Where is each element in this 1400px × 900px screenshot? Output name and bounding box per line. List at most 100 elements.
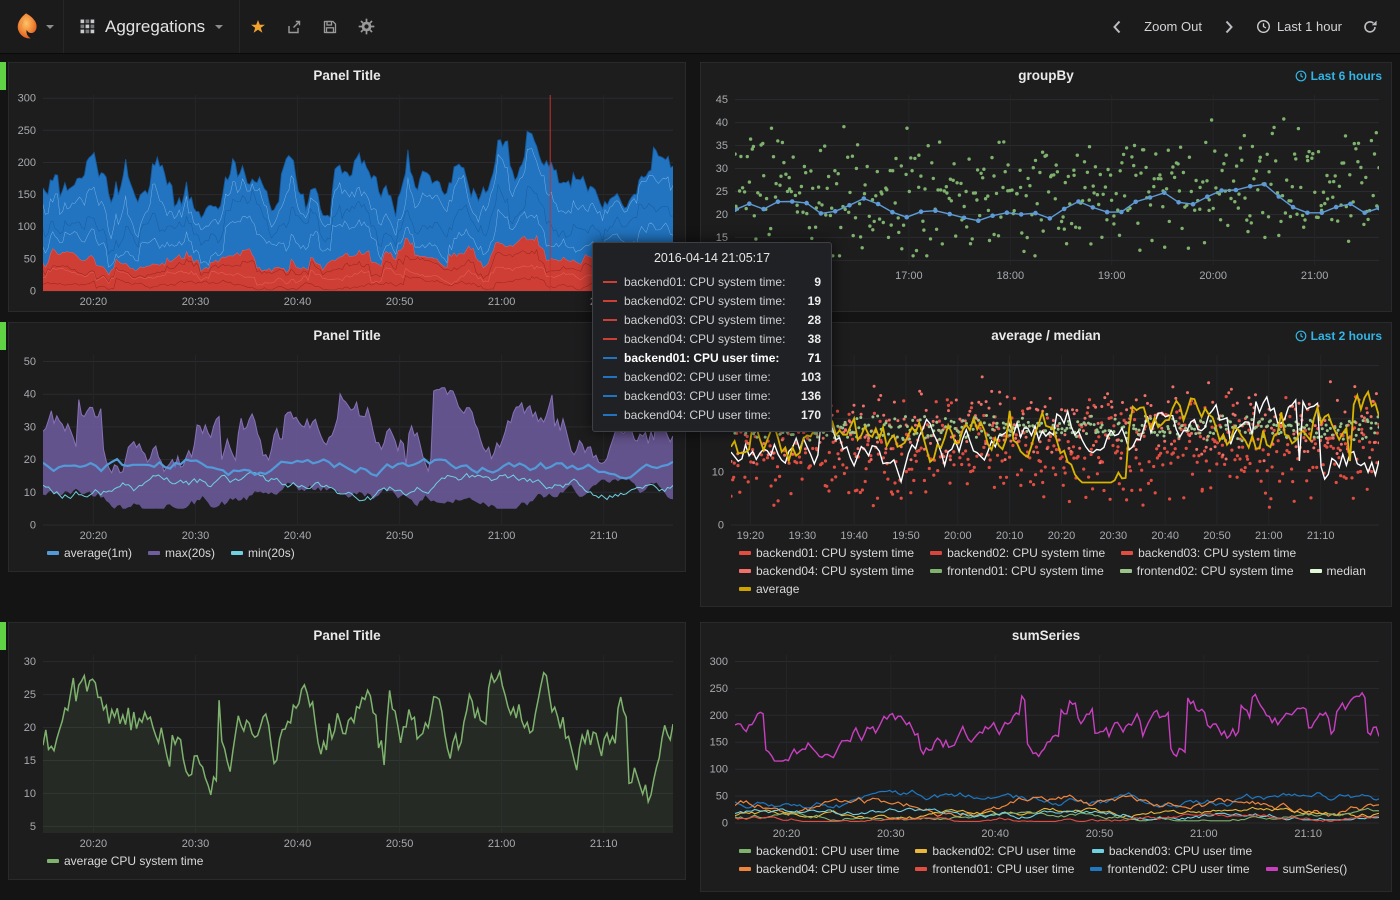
legend-item[interactable]: frontend02: CPU system time xyxy=(1120,562,1294,580)
svg-text:15: 15 xyxy=(24,755,36,767)
legend-item[interactable]: frontend01: CPU user time xyxy=(915,860,1074,878)
graph-canvas[interactable]: 05010015020025030020:2020:3020:4020:5021… xyxy=(9,89,685,309)
svg-text:250: 250 xyxy=(18,125,36,137)
legend-item[interactable]: backend03: CPU user time xyxy=(1092,842,1252,860)
legend-item[interactable]: frontend02: CPU user time xyxy=(1090,860,1249,878)
legend-item[interactable]: backend01: CPU system time xyxy=(739,544,914,562)
svg-text:19:30: 19:30 xyxy=(789,530,817,542)
svg-text:21:00: 21:00 xyxy=(488,838,516,850)
svg-text:19:50: 19:50 xyxy=(892,530,920,542)
svg-text:19:20: 19:20 xyxy=(737,530,765,542)
svg-text:21:10: 21:10 xyxy=(590,838,618,850)
svg-text:20:30: 20:30 xyxy=(877,828,905,840)
svg-text:20:40: 20:40 xyxy=(284,296,312,308)
legend-series-swatch xyxy=(1310,569,1322,573)
legend-item[interactable]: sumSeries() xyxy=(1266,860,1348,878)
legend-item[interactable]: max(20s) xyxy=(148,544,215,562)
panel-title[interactable]: groupBy xyxy=(701,63,1391,89)
svg-text:20:40: 20:40 xyxy=(284,530,312,542)
legend-series-label: backend04: CPU user time xyxy=(756,860,899,878)
legend-item[interactable]: backend04: CPU user time xyxy=(739,860,899,878)
panel-title[interactable]: Panel Title xyxy=(9,323,685,349)
legend-item[interactable]: backend01: CPU user time xyxy=(739,842,899,860)
time-range-badge[interactable]: Last 6 hours xyxy=(1295,69,1382,83)
tooltip-row: backend02: CPU system time:19 xyxy=(593,291,831,310)
svg-text:150: 150 xyxy=(18,189,36,201)
tooltip-row: backend02: CPU user time:103 xyxy=(593,367,831,386)
panel-legend: backend01: CPU user time backend02: CPU u… xyxy=(701,841,1391,880)
grafana-logo-button[interactable] xyxy=(0,0,64,53)
legend-item[interactable]: backend02: CPU system time xyxy=(930,544,1105,562)
panel-title[interactable]: Panel Title xyxy=(9,63,685,89)
svg-text:200: 200 xyxy=(18,157,36,169)
legend-series-label: backend03: CPU user time xyxy=(1109,842,1252,860)
svg-text:30: 30 xyxy=(24,421,36,433)
legend-item[interactable]: backend04: CPU system time xyxy=(739,562,914,580)
svg-text:20:50: 20:50 xyxy=(386,296,414,308)
row-menu-handle[interactable] xyxy=(0,622,6,650)
legend-series-label: frontend01: CPU user time xyxy=(932,860,1074,878)
svg-text:200: 200 xyxy=(710,710,728,722)
clock-icon xyxy=(1295,330,1307,342)
legend-series-swatch xyxy=(231,551,243,555)
svg-text:0: 0 xyxy=(722,818,728,830)
legend-item[interactable]: min(20s) xyxy=(231,544,295,562)
graph-tooltip: 2016-04-14 21:05:17 backend01: CPU syste… xyxy=(592,242,832,432)
row-menu-handle[interactable] xyxy=(0,62,6,90)
svg-text:21:10: 21:10 xyxy=(1307,530,1335,542)
svg-text:20:40: 20:40 xyxy=(284,838,312,850)
svg-text:20:20: 20:20 xyxy=(80,838,108,850)
grafana-flame-icon xyxy=(10,11,42,43)
svg-text:20:50: 20:50 xyxy=(386,530,414,542)
svg-text:0: 0 xyxy=(718,520,724,532)
legend-item[interactable]: average(1m) xyxy=(47,544,132,562)
dashboard-picker[interactable]: Aggregations xyxy=(64,0,240,53)
svg-text:21:10: 21:10 xyxy=(1294,828,1322,840)
legend-series-label: frontend01: CPU system time xyxy=(947,562,1104,580)
tooltip-row: backend01: CPU system time:9 xyxy=(593,272,831,291)
legend-series-swatch xyxy=(1121,551,1133,555)
legend-series-swatch xyxy=(930,551,942,555)
legend-item[interactable]: average xyxy=(739,580,799,598)
svg-text:20:00: 20:00 xyxy=(944,530,972,542)
share-button[interactable] xyxy=(276,0,312,53)
graph-canvas[interactable]: 5101520253020:2020:3020:4020:5021:0021:1… xyxy=(9,649,685,851)
svg-text:20:00: 20:00 xyxy=(1199,270,1227,282)
legend-series-label: average CPU system time xyxy=(64,852,203,870)
zoom-out-label: Zoom Out xyxy=(1144,19,1202,34)
time-range-badge[interactable]: Last 2 hours xyxy=(1295,329,1382,343)
pan-right-button[interactable] xyxy=(1212,19,1246,35)
legend-item[interactable]: average CPU system time xyxy=(47,852,203,870)
legend-series-label: average xyxy=(756,580,799,598)
dashboard-caret-icon xyxy=(215,25,223,29)
panel-cpu-stacked: Panel Title 05010015020025030020:2020:30… xyxy=(8,62,686,312)
time-picker-button[interactable]: Last 1 hour xyxy=(1248,0,1350,54)
save-button[interactable] xyxy=(312,0,348,53)
dashboard-title: Aggregations xyxy=(105,17,205,37)
legend-item[interactable]: backend02: CPU user time xyxy=(915,842,1075,860)
row-menu-handle[interactable] xyxy=(0,322,6,350)
svg-text:10: 10 xyxy=(24,788,36,800)
star-button[interactable] xyxy=(240,0,276,53)
legend-item[interactable]: backend03: CPU system time xyxy=(1121,544,1296,562)
svg-text:25: 25 xyxy=(716,186,728,198)
graph-canvas[interactable]: 0102030405020:2020:3020:4020:5021:0021:1… xyxy=(9,349,685,543)
legend-series-label: average(1m) xyxy=(64,544,132,562)
panel-title[interactable]: Panel Title xyxy=(9,623,685,649)
refresh-button[interactable] xyxy=(1352,19,1388,35)
svg-text:250: 250 xyxy=(710,683,728,695)
svg-text:20:20: 20:20 xyxy=(80,296,108,308)
svg-text:50: 50 xyxy=(716,791,728,803)
legend-item[interactable]: frontend01: CPU system time xyxy=(930,562,1104,580)
svg-text:25: 25 xyxy=(24,689,36,701)
panel-average-cpu: Panel Title 5101520253020:2020:3020:4020… xyxy=(8,622,686,880)
zoom-out-button[interactable]: Zoom Out xyxy=(1136,0,1210,54)
pan-left-button[interactable] xyxy=(1100,19,1134,35)
svg-text:5: 5 xyxy=(30,821,36,833)
legend-item[interactable]: median xyxy=(1310,562,1366,580)
svg-text:20:50: 20:50 xyxy=(386,838,414,850)
settings-button[interactable] xyxy=(348,0,385,53)
legend-series-swatch xyxy=(1266,867,1278,871)
graph-canvas[interactable]: 05010015020025030020:2020:3020:4020:5021… xyxy=(701,649,1391,841)
panel-title[interactable]: sumSeries xyxy=(701,623,1391,649)
